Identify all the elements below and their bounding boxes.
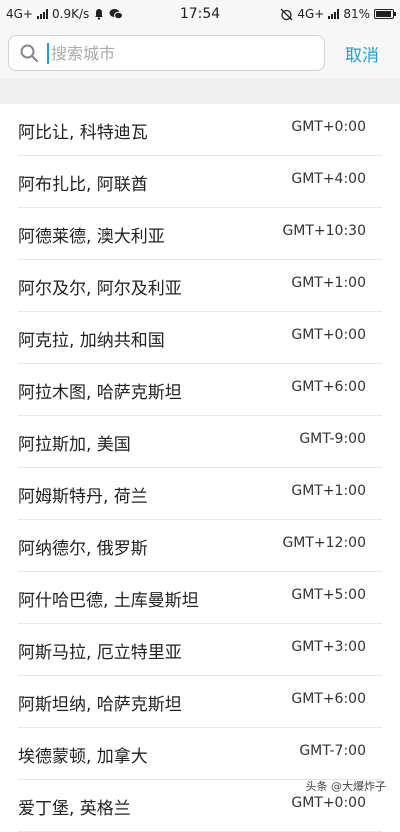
city-row[interactable]: 阿斯坦纳, 哈萨克斯坦 GMT+6:00 bbox=[18, 676, 382, 728]
timezone-offset: GMT+0:00 bbox=[291, 327, 366, 343]
signal-icon bbox=[37, 9, 48, 19]
timezone-offset: GMT-7:00 bbox=[299, 743, 366, 759]
status-time: 17:54 bbox=[156, 6, 244, 22]
city-row[interactable]: 阿什哈巴德, 土库曼斯坦 GMT+5:00 bbox=[18, 572, 382, 624]
timezone-offset: GMT+0:00 bbox=[291, 119, 366, 135]
city-name: 阿布扎比, 阿联酋 bbox=[18, 170, 148, 195]
city-name: 阿斯坦纳, 哈萨克斯坦 bbox=[18, 690, 182, 715]
network-type-right: 4G+ bbox=[297, 7, 324, 21]
status-left: 4G+ 0.9K/s bbox=[6, 7, 156, 21]
city-name: 爱丁堡, 英格兰 bbox=[18, 794, 131, 819]
search-box[interactable] bbox=[8, 35, 325, 71]
city-list: 阿比让, 科特迪瓦 GMT+0:00 阿布扎比, 阿联酋 GMT+4:00 阿德莱德… bbox=[0, 104, 400, 832]
city-name: 阿斯马拉, 厄立特里亚 bbox=[18, 638, 182, 663]
city-row[interactable]: 阿克拉, 加纳共和国 GMT+0:00 bbox=[18, 312, 382, 364]
city-name: 阿纳德尔, 俄罗斯 bbox=[18, 534, 148, 559]
section-divider bbox=[0, 78, 400, 104]
city-row[interactable]: 阿拉木图, 哈萨克斯坦 GMT+6:00 bbox=[18, 364, 382, 416]
timezone-offset: GMT+5:00 bbox=[291, 587, 366, 603]
search-icon bbox=[19, 43, 39, 63]
timezone-offset: GMT-9:00 bbox=[299, 431, 366, 447]
city-name: 阿克拉, 加纳共和国 bbox=[18, 326, 165, 351]
timezone-offset: GMT+3:00 bbox=[291, 639, 366, 655]
city-row[interactable]: 阿纳德尔, 俄罗斯 GMT+12:00 bbox=[18, 520, 382, 572]
timezone-offset: GMT+6:00 bbox=[291, 379, 366, 395]
cancel-button[interactable]: 取消 bbox=[345, 41, 379, 66]
timezone-offset: GMT+10:30 bbox=[282, 223, 366, 239]
city-name: 阿姆斯特丹, 荷兰 bbox=[18, 482, 148, 507]
status-right: 4G+ 81% bbox=[244, 7, 394, 21]
city-name: 阿什哈巴德, 土库曼斯坦 bbox=[18, 586, 199, 611]
city-row[interactable]: 阿布扎比, 阿联酋 GMT+4:00 bbox=[18, 156, 382, 208]
city-row[interactable]: 阿尔及尔, 阿尔及利亚 GMT+1:00 bbox=[18, 260, 382, 312]
city-row[interactable]: 阿姆斯特丹, 荷兰 GMT+1:00 bbox=[18, 468, 382, 520]
city-row[interactable]: 阿拉斯加, 美国 GMT-9:00 bbox=[18, 416, 382, 468]
timezone-offset: GMT+1:00 bbox=[291, 275, 366, 291]
city-row[interactable]: 阿斯马拉, 厄立特里亚 GMT+3:00 bbox=[18, 624, 382, 676]
network-type-left: 4G+ bbox=[6, 7, 33, 21]
city-name: 阿德莱德, 澳大利亚 bbox=[18, 222, 165, 247]
search-input[interactable] bbox=[47, 43, 313, 64]
notification-bell-icon bbox=[93, 8, 105, 20]
search-bar: 取消 bbox=[0, 28, 400, 78]
watermark: 头条 @大爆炸子 bbox=[306, 778, 387, 794]
battery-icon bbox=[374, 9, 394, 19]
timezone-offset: GMT+6:00 bbox=[291, 691, 366, 707]
timezone-offset: GMT+1:00 bbox=[291, 483, 366, 499]
timezone-offset: GMT+0:00 bbox=[291, 795, 366, 811]
city-name: 阿拉斯加, 美国 bbox=[18, 430, 131, 455]
city-name: 阿比让, 科特迪瓦 bbox=[18, 118, 148, 143]
city-name: 阿尔及尔, 阿尔及利亚 bbox=[18, 274, 182, 299]
timezone-offset: GMT+12:00 bbox=[282, 535, 366, 551]
signal-icon-2 bbox=[328, 9, 339, 19]
network-speed: 0.9K/s bbox=[52, 7, 89, 21]
city-row[interactable]: 阿德莱德, 澳大利亚 GMT+10:30 bbox=[18, 208, 382, 260]
battery-percent: 81% bbox=[343, 7, 370, 21]
timezone-offset: GMT+4:00 bbox=[291, 171, 366, 187]
city-row[interactable]: 阿比让, 科特迪瓦 GMT+0:00 bbox=[18, 104, 382, 156]
city-row[interactable]: 埃德蒙顿, 加拿大 GMT-7:00 bbox=[18, 728, 382, 780]
status-bar: 4G+ 0.9K/s 17:54 4G+ 81% bbox=[0, 0, 400, 28]
alarm-off-icon bbox=[280, 8, 293, 21]
wechat-icon bbox=[109, 8, 123, 20]
city-name: 阿拉木图, 哈萨克斯坦 bbox=[18, 378, 182, 403]
city-name: 埃德蒙顿, 加拿大 bbox=[18, 742, 148, 767]
